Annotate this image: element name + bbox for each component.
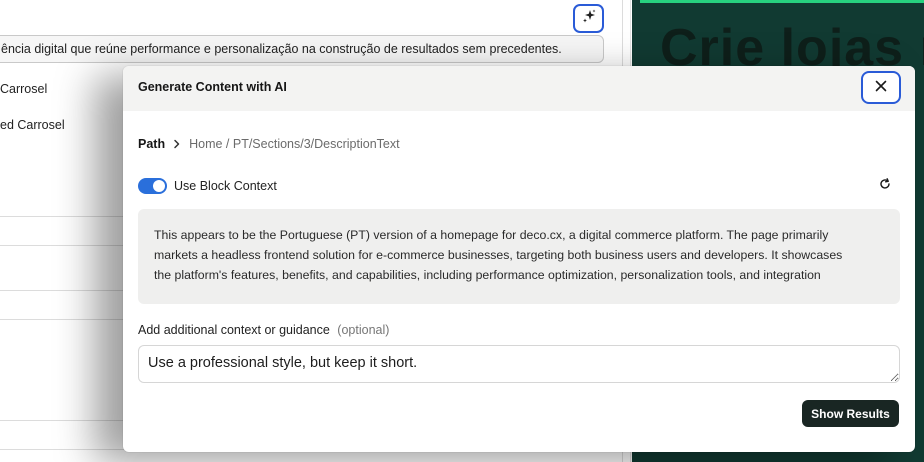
context-line: This appears to be the Portuguese (PT) v… (154, 228, 829, 242)
show-results-button[interactable]: Show Results (802, 400, 899, 427)
generate-content-modal: Generate Content with AI Path Home / PT/… (123, 66, 915, 452)
block-context-toggle[interactable] (138, 178, 167, 194)
chevron-right-icon (173, 139, 181, 149)
ai-generate-button[interactable] (573, 4, 604, 33)
toggle-knob (153, 180, 165, 192)
divider (0, 319, 140, 320)
description-text-field[interactable]: ência digital que reúne performance e pe… (0, 35, 604, 63)
refresh-icon (879, 177, 891, 195)
divider (0, 290, 140, 291)
sidebar-item-embed-carrosel[interactable]: ed Carrosel (0, 118, 65, 132)
block-context-label: Use Block Context (174, 179, 277, 193)
context-line: the platform's features, benefits, and c… (154, 268, 821, 282)
context-line: markets a headless frontend solution for… (154, 248, 843, 262)
preview-accent-bar (640, 0, 924, 3)
close-icon (875, 79, 887, 97)
guidance-input[interactable]: Use a professional style, but keep it sh… (138, 345, 900, 383)
divider (0, 216, 140, 217)
divider (0, 449, 140, 450)
breadcrumb: Path Home / PT/Sections/3/DescriptionTex… (138, 137, 400, 151)
guidance-label: Add additional context or guidance (opti… (138, 323, 389, 337)
sparkles-icon (582, 9, 596, 28)
path-value: Home / PT/Sections/3/DescriptionText (189, 137, 400, 151)
block-context-text: This appears to be the Portuguese (PT) v… (138, 209, 900, 304)
optional-hint: (optional) (337, 323, 390, 337)
divider (0, 245, 140, 246)
path-label: Path (138, 137, 166, 151)
close-button[interactable] (861, 71, 901, 104)
block-context-row: Use Block Context (138, 178, 277, 194)
modal-title: Generate Content with AI (138, 80, 287, 94)
refresh-context-button[interactable] (875, 176, 895, 196)
modal-header: Generate Content with AI (123, 66, 915, 111)
divider (0, 420, 140, 421)
guidance-label-text: Add additional context or guidance (138, 323, 330, 337)
sidebar-item-carrosel[interactable]: Carrosel (0, 82, 47, 96)
